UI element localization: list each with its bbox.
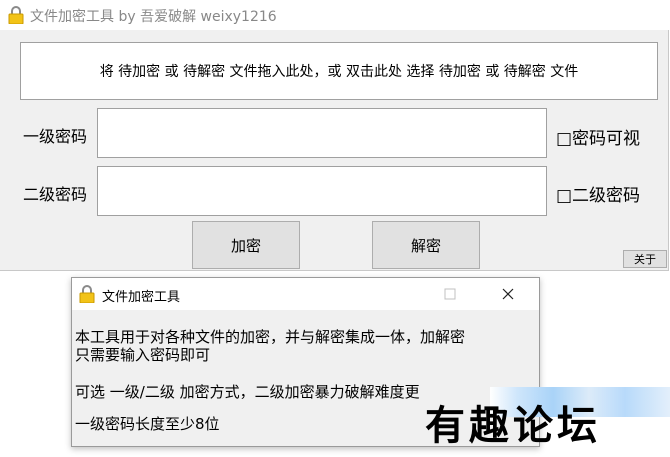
dialog-title: 文件加密工具 [102,290,181,305]
encrypt-button[interactable]: 加密 [192,221,300,269]
decrypt-button[interactable]: 解密 [372,221,480,269]
file-drop-zone[interactable]: 将 待加密 或 待解密 文件拖入此处，或 双击此处 选择 待加密 或 待解密 文… [20,42,658,100]
lock-icon [8,6,24,25]
main-window: 文件加密工具 by 吾爱破解 weixy1216 将 待加密 或 待解密 文件拖… [0,0,669,271]
about-button[interactable]: 关于 [623,250,667,268]
dialog-line-1: 本工具用于对各种文件的加密，并与解密集成一体，加解密 [75,328,466,346]
level2-password-checkbox[interactable]: □二级密码 [556,181,640,206]
dialog-line-3: 可选 一级/二级 加密方式，二级加密暴力破解难度更 [75,383,420,401]
level1-password-label: 一级密码 [23,127,88,146]
level2-password-input[interactable] [97,166,547,216]
close-icon [502,288,514,300]
show-password-checkbox[interactable]: □密码可视 [556,124,640,149]
dialog-titlebar[interactable]: 文件加密工具 [72,278,539,310]
dialog-line-4: 一级密码长度至少8位 [75,415,220,433]
close-button[interactable] [485,278,531,310]
dialog-line-2: 只需要输入密码即可 [75,346,211,364]
drop-zone-hint: 将 待加密 或 待解密 文件拖入此处，或 双击此处 选择 待加密 或 待解密 文… [99,64,579,80]
maximize-button[interactable] [427,278,473,310]
level2-check-label: □二级密码 [556,186,641,206]
forum-watermark: 有趣论坛 [425,402,601,449]
maximize-icon [444,288,456,300]
level2-password-label: 二级密码 [23,185,88,204]
level1-password-input[interactable] [97,108,547,158]
show-password-label: □密码可视 [556,129,641,149]
lock-icon [79,285,95,304]
main-titlebar[interactable]: 文件加密工具 by 吾爱破解 weixy1216 [0,0,669,30]
window-title: 文件加密工具 by 吾爱破解 weixy1216 [30,9,277,25]
